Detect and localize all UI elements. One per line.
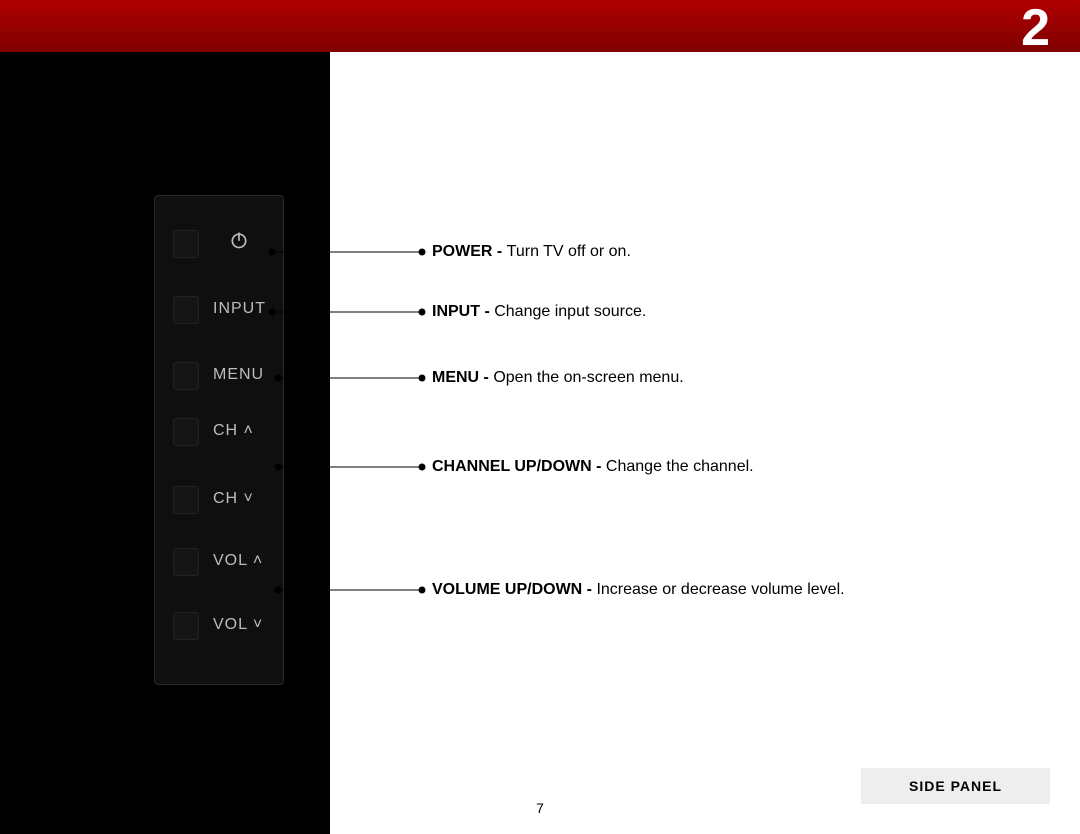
- channel-up-button[interactable]: [173, 418, 199, 446]
- callout-menu-bold: MENU -: [432, 369, 493, 386]
- input-button[interactable]: [173, 296, 199, 324]
- callout-channel-desc: Change the channel.: [606, 458, 754, 475]
- ch-up-label: CH ˄: [213, 422, 254, 440]
- channel-down-button[interactable]: [173, 486, 199, 514]
- button-row-menu: MENU: [155, 356, 285, 396]
- callout-menu: MENU - Open the on-screen menu.: [432, 369, 684, 387]
- callout-volume-bold: VOLUME UP/DOWN -: [432, 581, 596, 598]
- callout-power-desc: Turn TV off or on.: [507, 243, 631, 260]
- callout-input: INPUT - Change input source.: [432, 303, 646, 321]
- power-button[interactable]: [173, 230, 199, 258]
- vol-up-label: VOL ˄: [213, 552, 263, 570]
- input-label: INPUT: [213, 300, 266, 318]
- callout-volume: VOLUME UP/DOWN - Increase or decrease vo…: [432, 581, 845, 599]
- button-row-input: INPUT: [155, 290, 285, 330]
- manual-page: 2 INPUT MENU CH ˄ CH ˅ VOL ˄: [0, 0, 1080, 834]
- page-number: 7: [0, 800, 1080, 816]
- callout-power: POWER - Turn TV off or on.: [432, 243, 631, 261]
- ch-down-label: CH ˅: [213, 490, 254, 508]
- callout-input-desc: Change input source.: [494, 303, 646, 320]
- menu-label: MENU: [213, 366, 264, 384]
- callout-volume-desc: Increase or decrease volume level.: [596, 581, 844, 598]
- callout-channel: CHANNEL UP/DOWN - Change the channel.: [432, 458, 754, 476]
- chapter-number: 2: [1021, 0, 1050, 58]
- button-row-ch-down: CH ˅: [155, 480, 285, 520]
- callout-power-bold: POWER -: [432, 243, 507, 260]
- power-icon: [229, 230, 249, 250]
- callout-input-bold: INPUT -: [432, 303, 494, 320]
- volume-down-button[interactable]: [173, 612, 199, 640]
- button-row-ch-up: CH ˄: [155, 412, 285, 452]
- callout-channel-bold: CHANNEL UP/DOWN -: [432, 458, 606, 475]
- button-row-vol-down: VOL ˅: [155, 606, 285, 646]
- button-row-vol-up: VOL ˄: [155, 542, 285, 582]
- menu-button[interactable]: [173, 362, 199, 390]
- side-button-panel: INPUT MENU CH ˄ CH ˅ VOL ˄ VOL ˅: [154, 195, 284, 685]
- header-bar: 2: [0, 0, 1080, 52]
- button-row-power: [155, 224, 285, 264]
- callout-menu-desc: Open the on-screen menu.: [493, 369, 683, 386]
- volume-up-button[interactable]: [173, 548, 199, 576]
- footer-label: SIDE PANEL: [861, 768, 1050, 804]
- vol-down-label: VOL ˅: [213, 616, 263, 634]
